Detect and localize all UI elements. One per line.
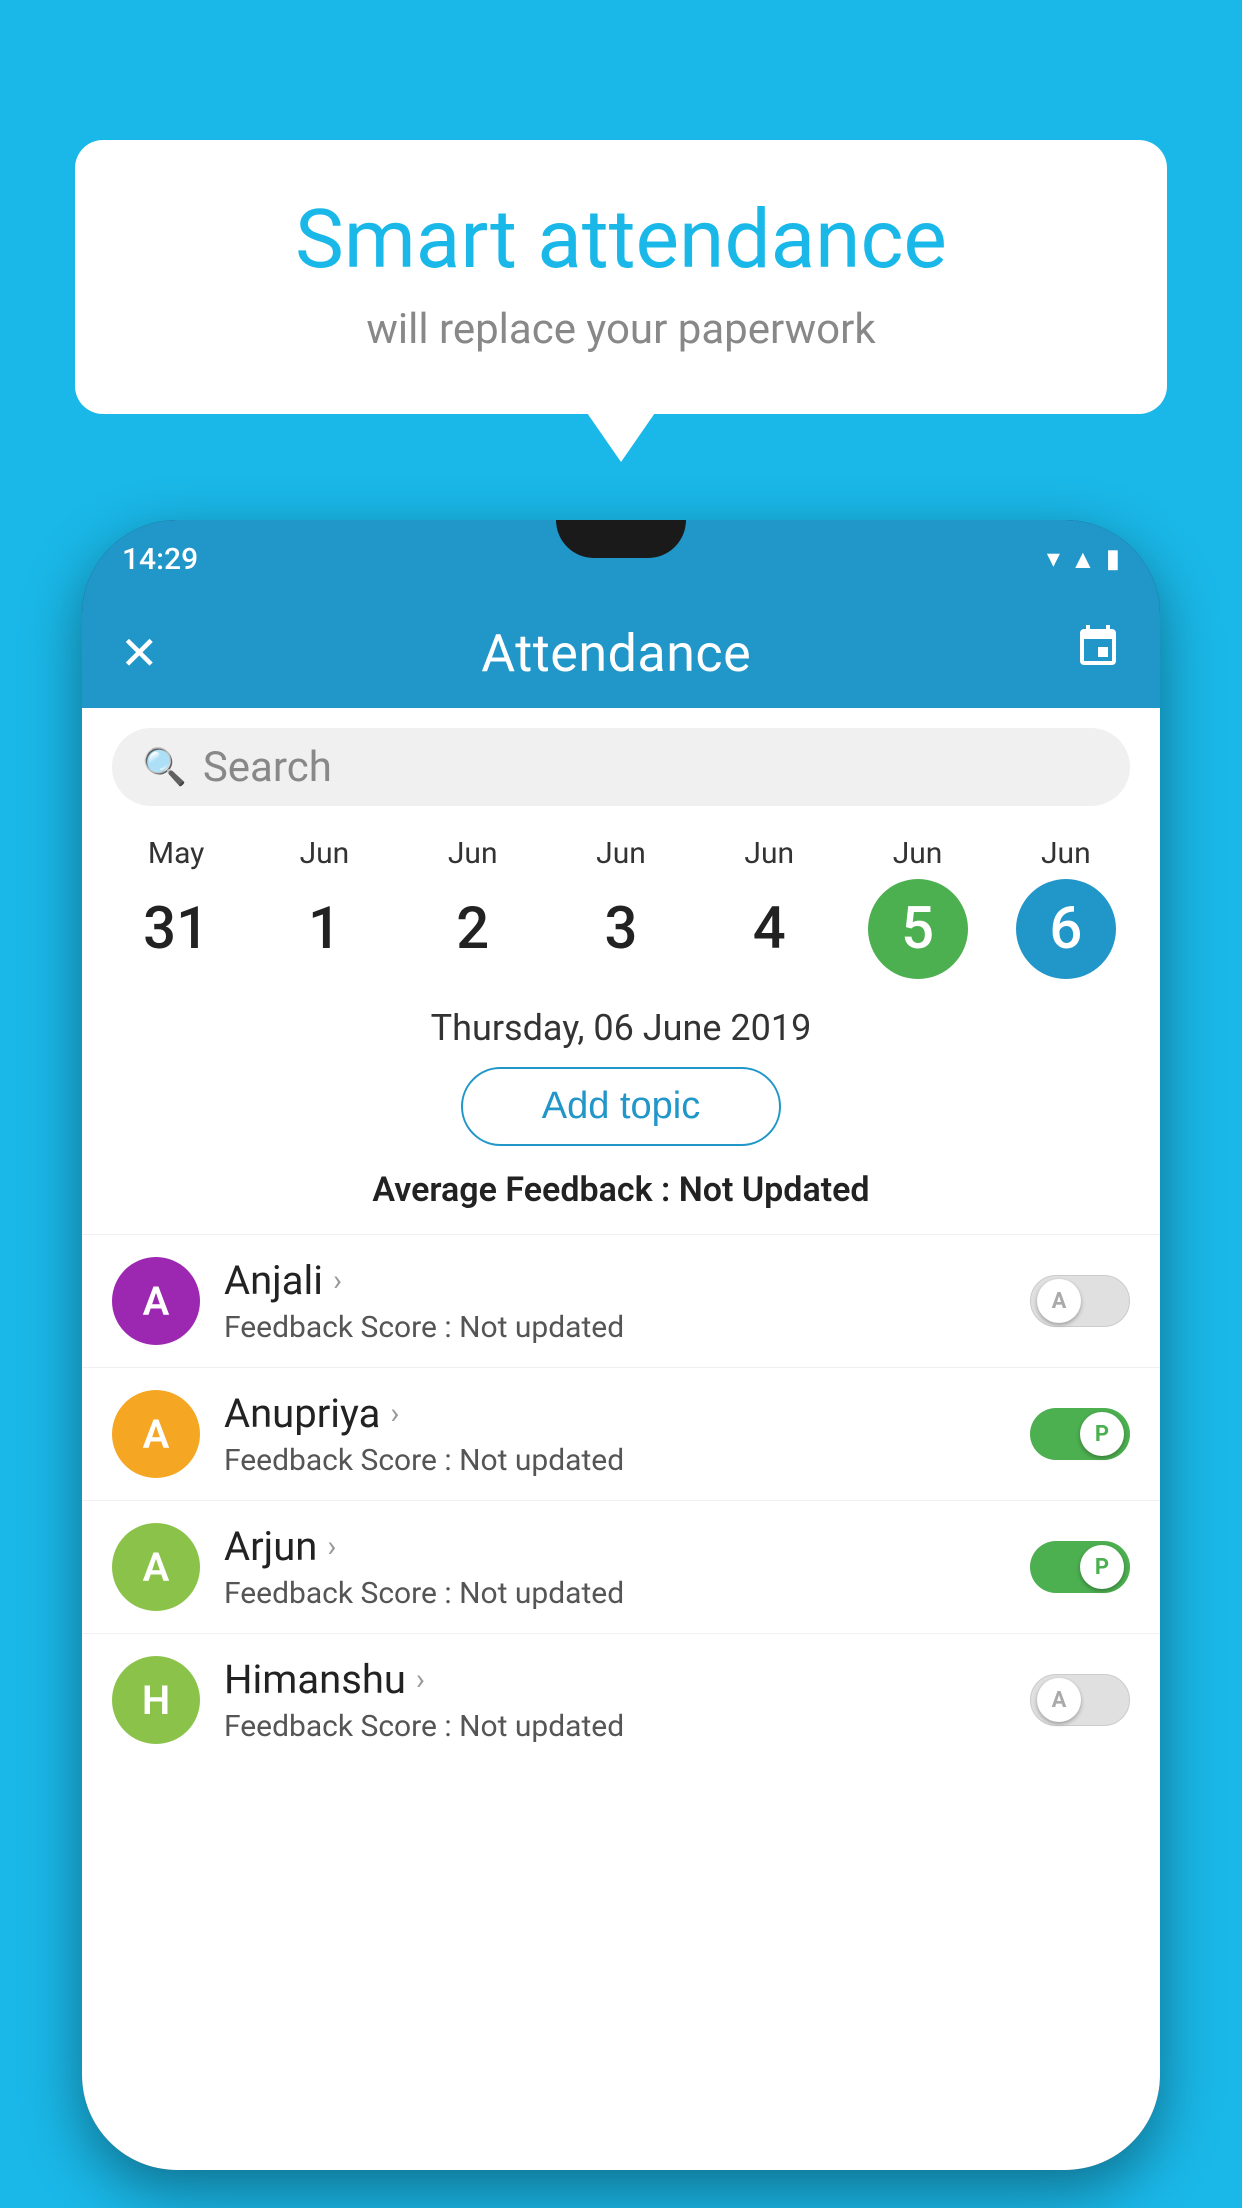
toggle-container[interactable]: P — [1030, 1541, 1130, 1593]
signal-icon: ▲ — [1070, 544, 1096, 575]
phone-notch — [556, 520, 686, 558]
cal-date-number: 31 — [126, 879, 226, 979]
student-item[interactable]: A Arjun › Feedback Score : Not updated P — [82, 1500, 1160, 1633]
speech-bubble-container: Smart attendance will replace your paper… — [75, 140, 1167, 414]
feedback-value: Not updated — [459, 1709, 624, 1744]
phone-content: 🔍 Search May 31 Jun 1 Jun 2 Jun 3 Jun 4 Jun 5 Jun 6 T… — [82, 708, 1160, 2170]
toggle-knob: A — [1037, 1678, 1081, 1722]
feedback-label: Feedback Score : — [224, 1443, 452, 1478]
feedback-score: Feedback Score : Not updated — [224, 1310, 1006, 1345]
attendance-toggle[interactable]: A — [1030, 1674, 1130, 1726]
selected-date-label: Thursday, 06 June 2019 — [82, 979, 1160, 1067]
feedback-label: Feedback Score : — [224, 1310, 452, 1345]
calendar-day-2[interactable]: Jun 2 — [413, 836, 533, 979]
speech-subtitle: will replace your paperwork — [135, 305, 1107, 354]
feedback-score: Feedback Score : Not updated — [224, 1709, 1006, 1744]
cal-month-label: May — [148, 836, 204, 871]
search-input[interactable]: Search — [203, 743, 332, 792]
close-button[interactable]: ✕ — [120, 626, 159, 681]
feedback-label: Feedback Score : — [224, 1709, 452, 1744]
status-time: 14:29 — [122, 542, 198, 577]
student-info: Himanshu › Feedback Score : Not updated — [224, 1656, 1006, 1744]
student-name: Himanshu › — [224, 1656, 1006, 1703]
calendar-day-1[interactable]: Jun 1 — [264, 836, 384, 979]
cal-date-number: 4 — [719, 879, 819, 979]
add-topic-button[interactable]: Add topic — [461, 1067, 781, 1146]
toggle-container[interactable]: P — [1030, 1408, 1130, 1460]
feedback-score: Feedback Score : Not updated — [224, 1443, 1006, 1478]
status-icons: ▾ ▲ ▮ — [1047, 544, 1120, 575]
search-container: 🔍 Search — [82, 708, 1160, 826]
speech-title: Smart attendance — [135, 195, 1107, 285]
student-name: Anupriya › — [224, 1390, 1006, 1437]
student-name-text: Himanshu — [224, 1656, 406, 1703]
avg-feedback-value: Not Updated — [679, 1170, 870, 1210]
calendar-day-6[interactable]: Jun 6 — [1006, 836, 1126, 979]
cal-date-number: 1 — [274, 879, 374, 979]
phone-frame: 14:29 ▾ ▲ ▮ ✕ Attendance 🔍 Search May — [82, 520, 1160, 2170]
chevron-right-icon: › — [327, 1529, 336, 1564]
cal-date-number: 3 — [571, 879, 671, 979]
attendance-toggle[interactable]: P — [1030, 1541, 1130, 1593]
cal-month-label: Jun — [1041, 836, 1091, 871]
student-info: Anupriya › Feedback Score : Not updated — [224, 1390, 1006, 1478]
student-item[interactable]: A Anjali › Feedback Score : Not updated A — [82, 1234, 1160, 1367]
attendance-toggle[interactable]: A — [1030, 1275, 1130, 1327]
student-item[interactable]: H Himanshu › Feedback Score : Not updated A — [82, 1633, 1160, 1766]
cal-date-number: 6 — [1016, 879, 1116, 979]
student-name: Arjun › — [224, 1523, 1006, 1570]
toggle-container[interactable]: A — [1030, 1674, 1130, 1726]
cal-month-label: Jun — [448, 836, 498, 871]
student-list: AAnjali›Feedback Score : Not updatedAAAn… — [82, 1234, 1160, 1766]
feedback-score: Feedback Score : Not updated — [224, 1576, 1006, 1611]
student-item[interactable]: A Anupriya › Feedback Score : Not updated P — [82, 1367, 1160, 1500]
calendar-strip: May 31 Jun 1 Jun 2 Jun 3 Jun 4 Jun 5 Jun 6 — [82, 826, 1160, 979]
battery-icon: ▮ — [1106, 544, 1120, 574]
feedback-value: Not updated — [459, 1443, 624, 1478]
cal-month-label: Jun — [893, 836, 943, 871]
feedback-value: Not updated — [459, 1310, 624, 1345]
toggle-container[interactable]: A — [1030, 1275, 1130, 1327]
calendar-day-4[interactable]: Jun 4 — [709, 836, 829, 979]
chevron-right-icon: › — [333, 1263, 342, 1298]
cal-month-label: Jun — [596, 836, 646, 871]
app-bar-title: Attendance — [481, 623, 751, 684]
app-bar: ✕ Attendance — [82, 598, 1160, 708]
student-name: Anjali › — [224, 1257, 1006, 1304]
attendance-toggle[interactable]: P — [1030, 1408, 1130, 1460]
cal-date-number: 2 — [423, 879, 523, 979]
calendar-day-31[interactable]: May 31 — [116, 836, 236, 979]
toggle-knob: A — [1037, 1279, 1081, 1323]
speech-bubble: Smart attendance will replace your paper… — [75, 140, 1167, 414]
search-bar[interactable]: 🔍 Search — [112, 728, 1130, 806]
student-name-text: Anjali — [224, 1257, 323, 1304]
avatar: A — [112, 1523, 200, 1611]
avatar: A — [112, 1390, 200, 1478]
student-info: Anjali › Feedback Score : Not updated — [224, 1257, 1006, 1345]
student-info: Arjun › Feedback Score : Not updated — [224, 1523, 1006, 1611]
avg-feedback: Average Feedback : Not Updated — [82, 1170, 1160, 1234]
chevron-right-icon: › — [390, 1396, 399, 1431]
student-name-text: Arjun — [224, 1523, 317, 1570]
calendar-day-3[interactable]: Jun 3 — [561, 836, 681, 979]
cal-month-label: Jun — [744, 836, 794, 871]
student-name-text: Anupriya — [224, 1390, 380, 1437]
chevron-right-icon: › — [416, 1662, 425, 1697]
wifi-icon: ▾ — [1047, 544, 1060, 574]
avg-feedback-label: Average Feedback : — [372, 1170, 670, 1210]
feedback-label: Feedback Score : — [224, 1576, 452, 1611]
avatar: H — [112, 1656, 200, 1744]
calendar-button[interactable] — [1074, 623, 1122, 683]
cal-date-number: 5 — [868, 879, 968, 979]
cal-month-label: Jun — [300, 836, 350, 871]
search-icon: 🔍 — [142, 746, 187, 788]
calendar-day-5[interactable]: Jun 5 — [858, 836, 978, 979]
toggle-knob: P — [1080, 1412, 1124, 1456]
toggle-knob: P — [1080, 1545, 1124, 1589]
avatar: A — [112, 1257, 200, 1345]
feedback-value: Not updated — [459, 1576, 624, 1611]
status-bar: 14:29 ▾ ▲ ▮ — [82, 520, 1160, 598]
